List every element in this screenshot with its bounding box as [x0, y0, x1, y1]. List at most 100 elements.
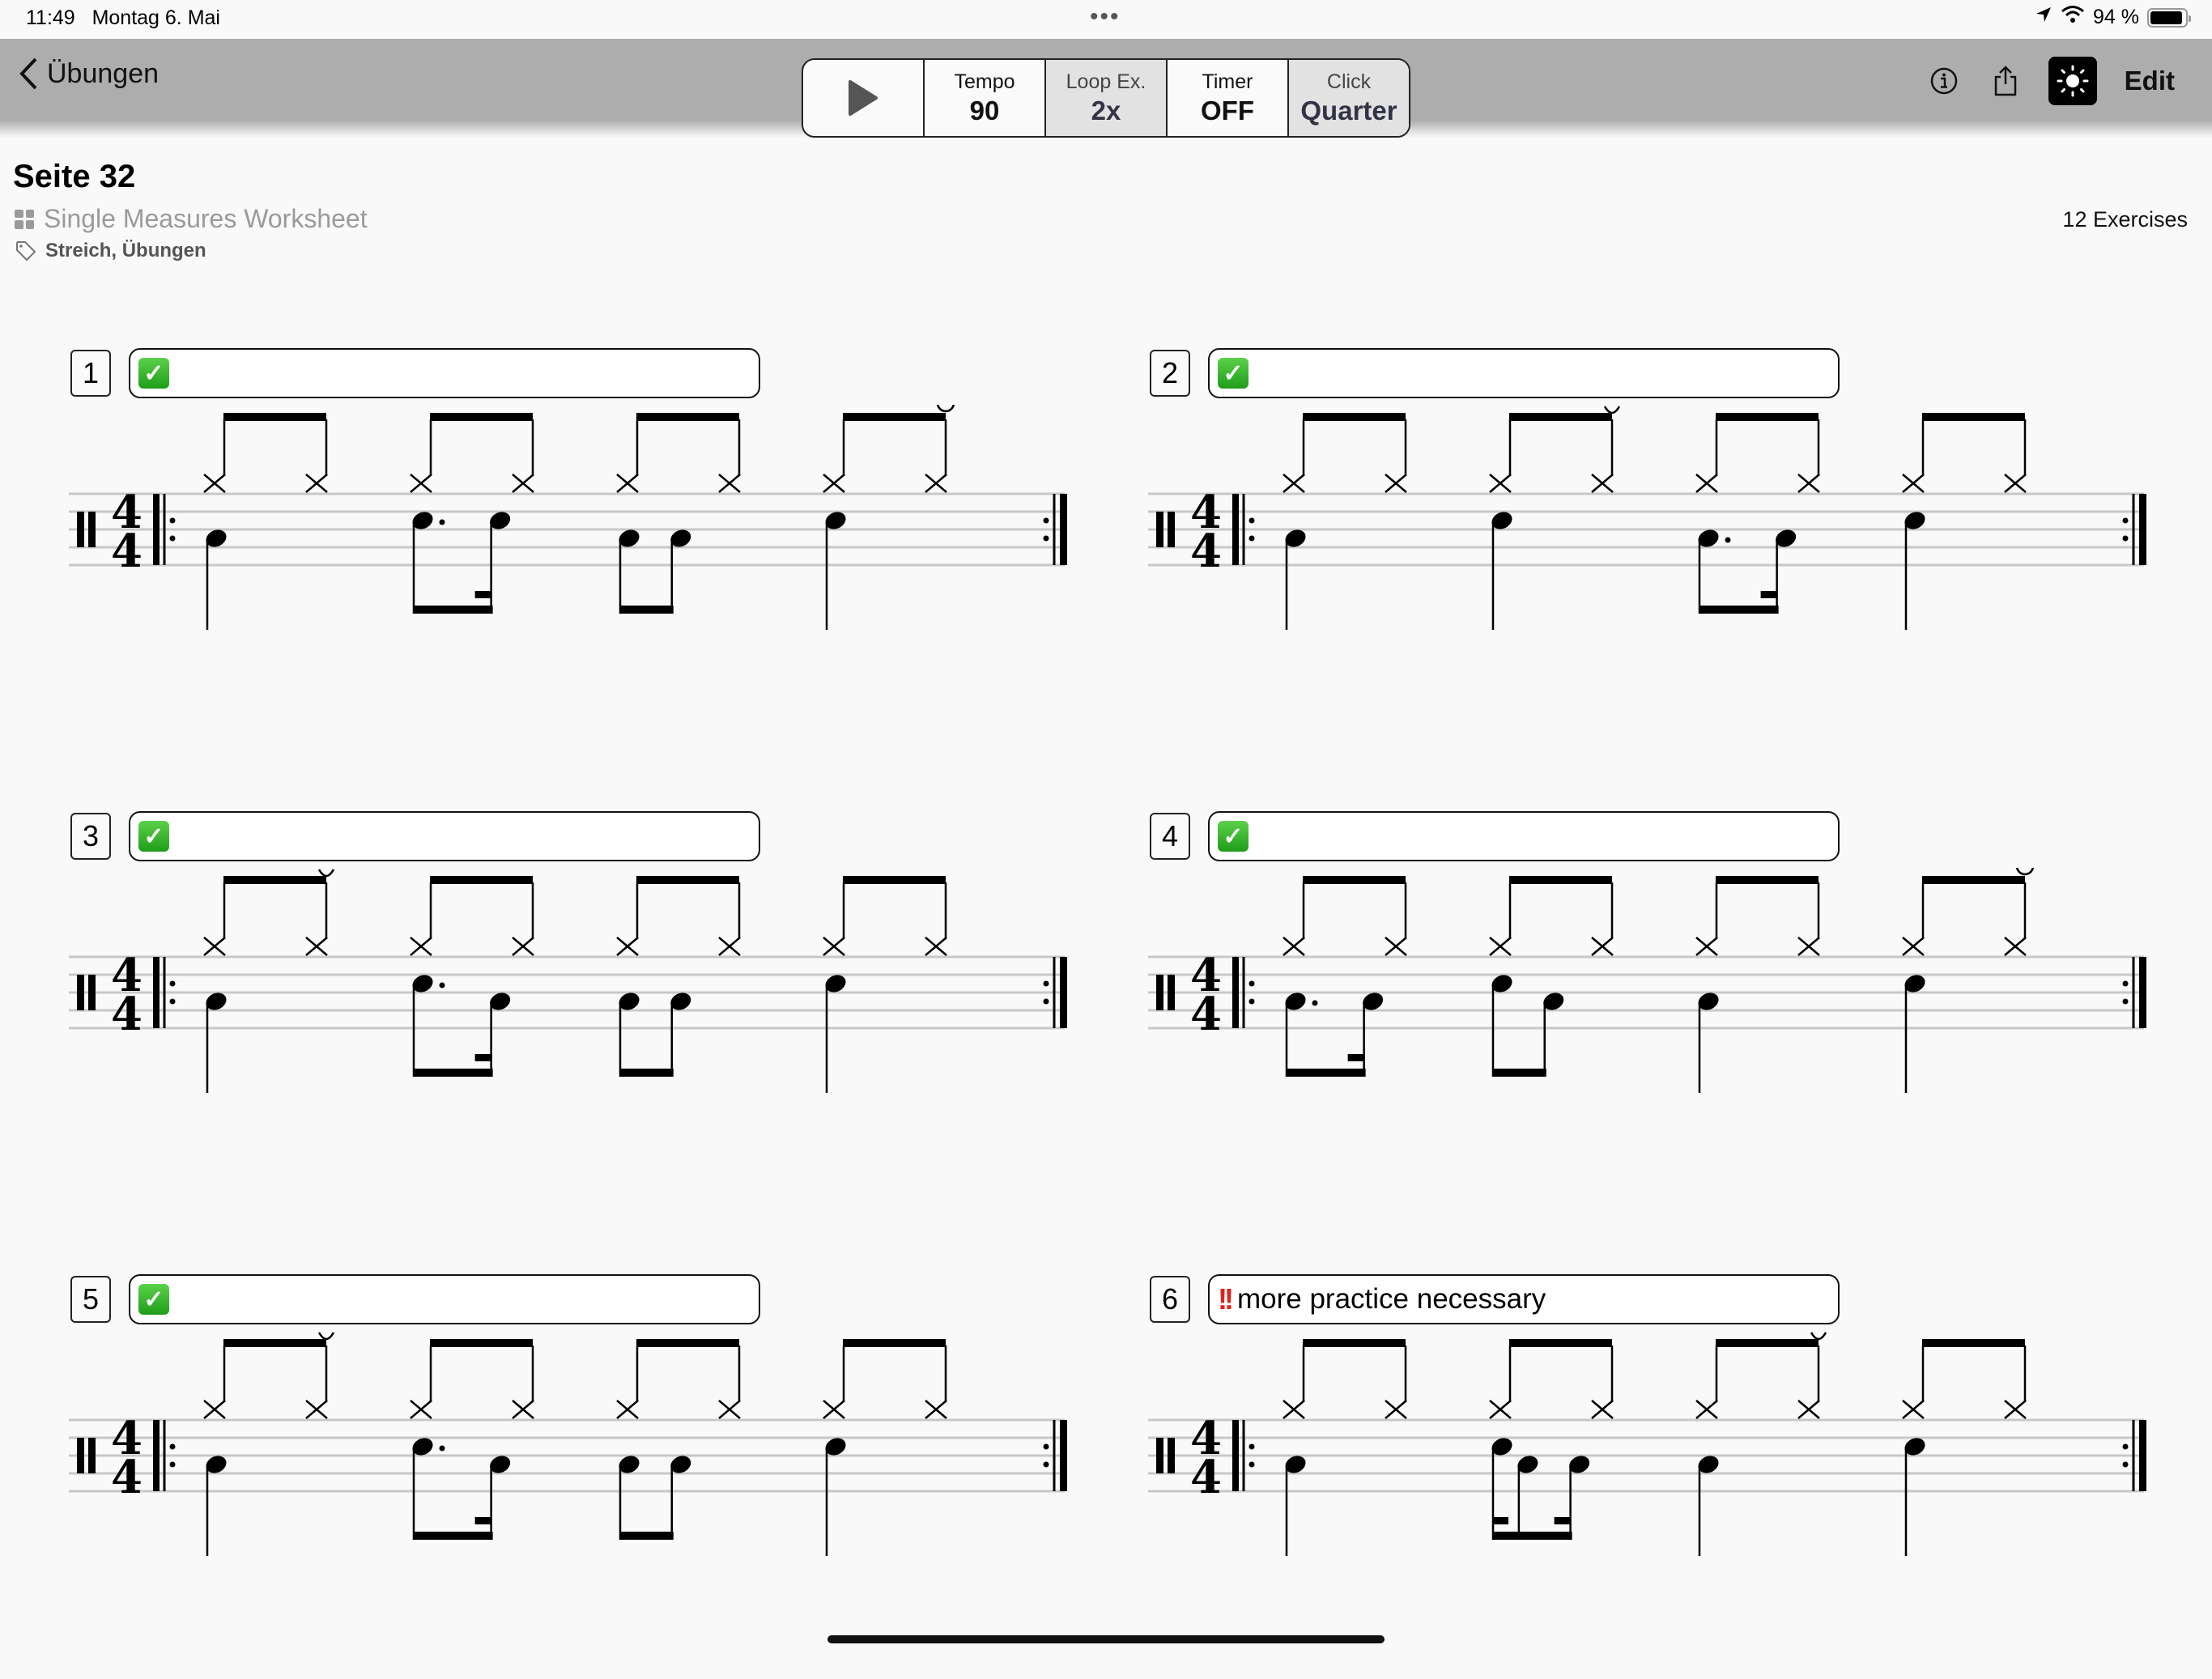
exercise: 3 ✓ 4 4	[69, 811, 1081, 1216]
repeat-dot	[1249, 998, 1255, 1005]
beam	[1492, 1069, 1546, 1077]
time-signature-bottom: 4	[1190, 988, 1222, 1041]
hihat-note	[1489, 937, 1512, 956]
exercise-note-field[interactable]: ✓	[129, 348, 760, 398]
hihat-note	[1902, 474, 1925, 493]
beam	[1716, 876, 1819, 884]
beam	[1922, 413, 2025, 421]
hihat-note	[203, 474, 226, 493]
share-button[interactable]	[1987, 62, 2024, 100]
beam	[1509, 413, 1612, 421]
hihat-note	[823, 474, 845, 493]
hihat-note	[1797, 937, 1820, 956]
hihat-note	[1489, 474, 1512, 493]
back-button[interactable]: Übungen	[18, 57, 159, 91]
beam	[636, 1339, 739, 1347]
timer-value: OFF	[1201, 95, 1254, 125]
exercise-note-field[interactable]: ✓	[1208, 811, 1840, 861]
hihat-note	[1385, 474, 1407, 493]
click-button[interactable]: Click Quarter	[1287, 60, 1409, 136]
repeat-dot	[2122, 535, 2129, 542]
brightness-icon	[2057, 65, 2089, 97]
exercise-number[interactable]: 2	[1150, 350, 1190, 397]
chevron-left-icon	[19, 57, 37, 90]
beam	[1509, 876, 1612, 884]
repeat-dot	[1043, 1461, 1049, 1468]
exercise-note-field[interactable]: !! more practice necessary	[1208, 1274, 1840, 1324]
exercise-number[interactable]: 5	[70, 1276, 111, 1323]
drum-staff[interactable]: 44	[1148, 868, 2152, 1135]
battery-icon	[2147, 7, 2191, 28]
status-time: 11:49 Montag 6. Mai	[26, 6, 220, 29]
tempo-button[interactable]: Tempo 90	[923, 60, 1044, 136]
loop-value: 2x	[1091, 95, 1121, 125]
beam	[223, 876, 326, 884]
percussion-clef	[77, 512, 84, 547]
checkmark-icon: ✓	[138, 821, 169, 852]
edit-button[interactable]: Edit	[2125, 66, 2175, 96]
info-button[interactable]	[1925, 62, 1963, 100]
percussion-clef	[88, 975, 96, 1010]
percussion-clef	[1168, 512, 1175, 547]
percussion-clef	[1168, 1438, 1175, 1473]
hihat-half-open-mark	[1603, 406, 1621, 414]
repeat-end-thick	[2139, 1420, 2146, 1491]
home-indicator[interactable]	[827, 1635, 1385, 1643]
exercise-count: 12 Exercises	[2062, 207, 2188, 232]
open-hihat-mark	[2015, 868, 2035, 876]
repeat-dot	[1043, 980, 1049, 987]
hihat-note	[1695, 474, 1718, 493]
worksheet-grid-icon	[15, 209, 34, 229]
drum-staff[interactable]: 44	[1148, 405, 2152, 672]
repeat-start-thick	[1232, 494, 1239, 565]
repeat-end-thick	[1060, 1420, 1067, 1491]
play-button[interactable]	[803, 60, 923, 136]
beam	[1922, 1339, 2025, 1347]
drum-staff[interactable]: 44	[69, 868, 1073, 1135]
sixteenth-beam	[1492, 1517, 1508, 1524]
beam	[430, 413, 533, 421]
timer-label: Timer	[1202, 70, 1253, 93]
multitasking-dots-icon[interactable]: •••	[1090, 3, 1121, 31]
exercise-note-field[interactable]: ✓	[129, 1274, 760, 1324]
repeat-dot	[1249, 517, 1255, 524]
info-icon	[1930, 67, 1957, 95]
worksheet-type: Single Measures Worksheet	[15, 204, 368, 234]
beam	[413, 1532, 493, 1540]
repeat-dot	[2122, 517, 2129, 524]
beam	[1286, 1069, 1366, 1077]
beam	[843, 876, 946, 884]
percussion-clef	[1156, 512, 1163, 547]
brightness-button[interactable]	[2048, 57, 2097, 105]
repeat-dot	[1249, 1443, 1255, 1450]
beam	[1303, 876, 1406, 884]
exercise-number[interactable]: 4	[1150, 813, 1190, 860]
play-icon	[849, 80, 878, 116]
hihat-half-open-mark	[317, 869, 335, 878]
timer-button[interactable]: Timer OFF	[1166, 60, 1287, 136]
percussion-clef	[77, 975, 84, 1010]
percussion-clef	[1156, 1438, 1163, 1473]
drum-staff[interactable]: 44	[69, 405, 1073, 672]
hihat-note	[1489, 1400, 1512, 1419]
exercise-number[interactable]: 1	[70, 350, 111, 397]
exercise-note-field[interactable]: ✓	[129, 811, 760, 861]
page-title: Seite 32	[13, 159, 136, 194]
exercise-number[interactable]: 6	[1150, 1276, 1190, 1323]
checkmark-icon: ✓	[138, 358, 169, 389]
sixteenth-beam	[474, 1517, 491, 1524]
hihat-note	[1283, 937, 1305, 956]
beam	[636, 413, 739, 421]
drum-staff[interactable]: 44	[69, 1331, 1073, 1598]
battery-percent: 94 %	[2093, 6, 2139, 28]
click-value: Quarter	[1300, 95, 1397, 125]
hihat-note	[925, 937, 947, 956]
loop-button[interactable]: Loop Ex. 2x	[1044, 60, 1166, 136]
drum-staff[interactable]: 44	[1148, 1331, 2152, 1598]
exercise-note-field[interactable]: ✓	[1208, 348, 1840, 398]
beam	[223, 413, 326, 421]
hihat-note	[1591, 474, 1614, 493]
exercise-number[interactable]: 3	[70, 813, 111, 860]
checkmark-icon: ✓	[1218, 821, 1249, 852]
dot	[439, 519, 445, 525]
